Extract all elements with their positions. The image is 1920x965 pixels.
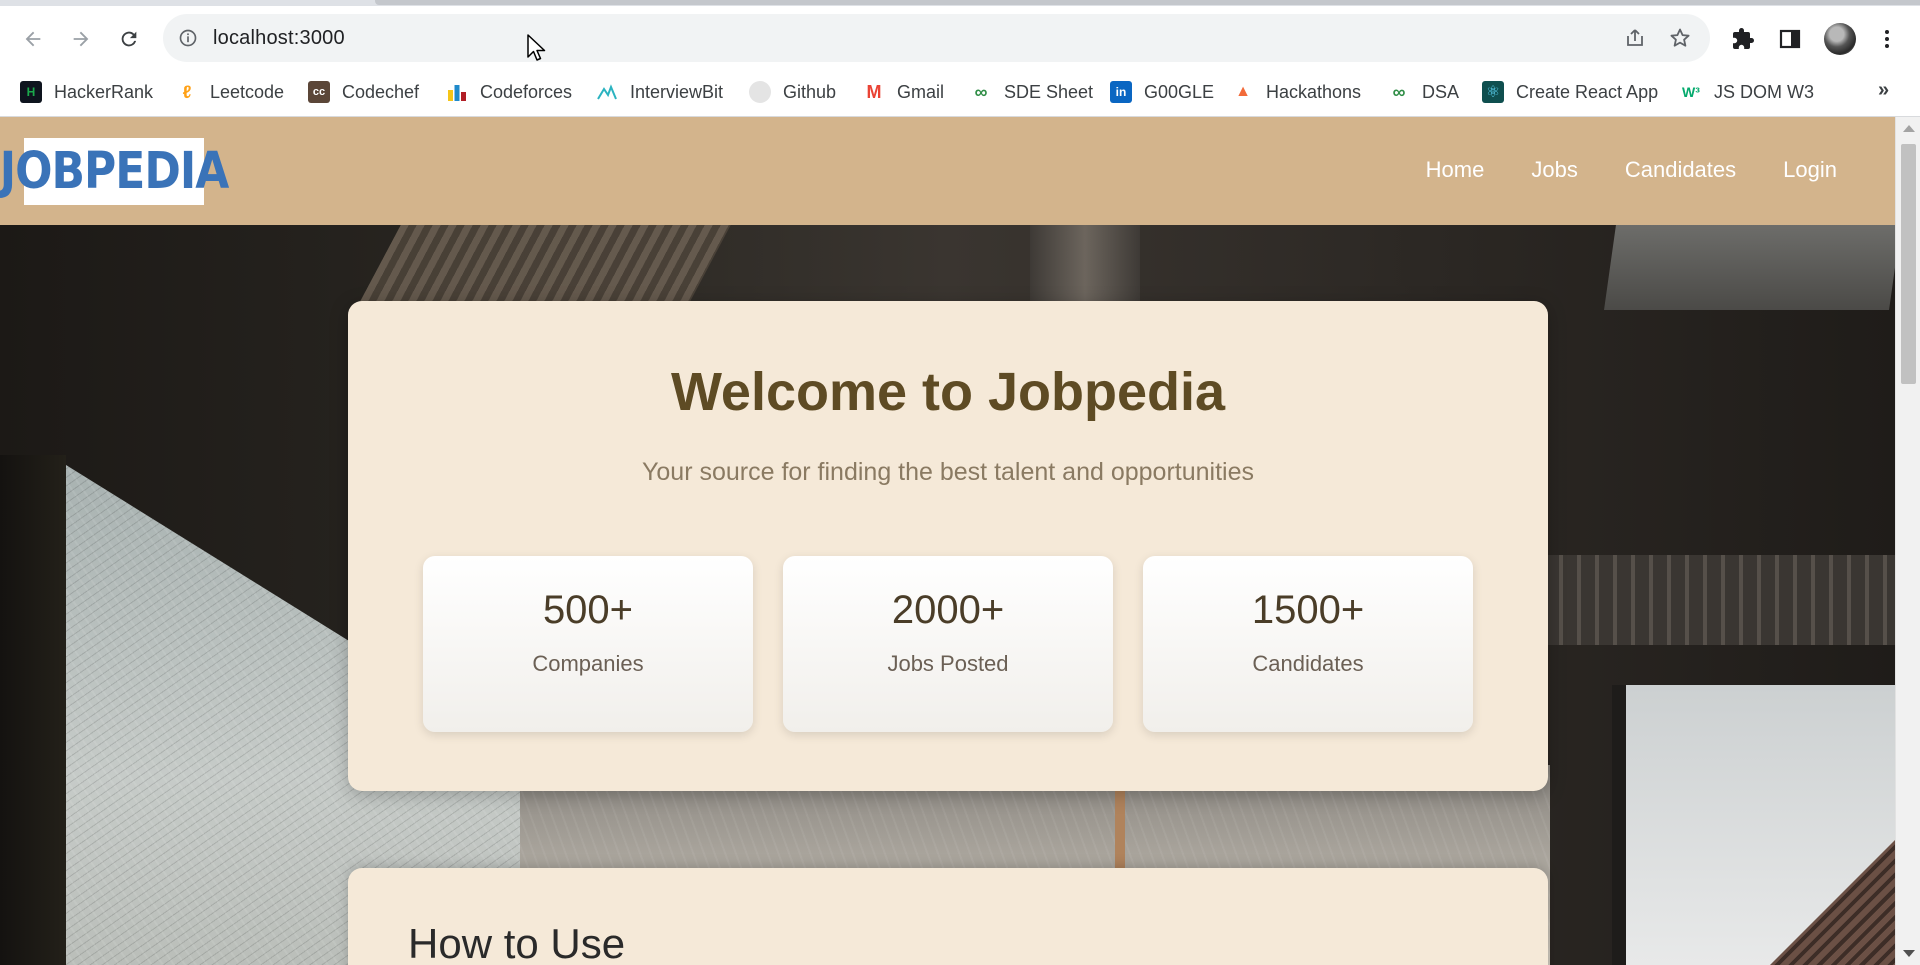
menu-kebab-icon[interactable] (1874, 26, 1900, 52)
bookmark-label: InterviewBit (630, 81, 724, 102)
mouse-cursor-icon (527, 34, 546, 61)
forward-arrow-icon (73, 31, 89, 47)
active-tab[interactable] (375, 0, 1920, 5)
bookmark-label: HackerRank (54, 81, 154, 102)
linkedin-icon: in (1110, 81, 1132, 103)
jobpedia-logo[interactable]: JOBPEDIA (0, 138, 229, 205)
stat-value: 500+ (542, 588, 634, 632)
interviewbit-icon (596, 81, 618, 103)
more-bookmarks-chevron-icon[interactable]: » (1878, 79, 1889, 102)
bookmark-dsa[interactable]: ∞ DSA (1388, 80, 1459, 104)
stat-label: Companies (532, 651, 644, 676)
codechef-icon: cc (308, 81, 330, 103)
nav-jobs-link[interactable]: Jobs (1531, 157, 1577, 183)
bookmarks-bar: H HackerRank ℓ Leetcode cc Codechef Code… (0, 68, 1920, 117)
gmail-icon: M (866, 81, 882, 102)
bookmark-label: SDE Sheet (1004, 81, 1094, 102)
bookmark-hackerrank[interactable]: H HackerRank (20, 80, 153, 104)
bookmark-leetcode[interactable]: ℓ Leetcode (176, 80, 284, 104)
profile-avatar[interactable] (1824, 23, 1856, 55)
site-header: JOBPEDIA Home Jobs Candidates Login (0, 117, 1895, 225)
stat-card-companies: 500+ Companies (423, 556, 753, 732)
bookmark-label: Github (783, 81, 837, 102)
stat-card-candidates: 1500+ Candidates (1143, 556, 1473, 732)
browser-toolbar: localhost:3000 (0, 6, 1920, 68)
react-icon: ⚛ (1482, 81, 1504, 103)
github-icon (749, 81, 771, 103)
scrollbar-thumb[interactable] (1901, 144, 1916, 384)
dsa-icon: ∞ (1392, 81, 1406, 102)
main-nav: Home Jobs Candidates Login (1426, 157, 1837, 183)
scroll-down-arrow-icon[interactable] (1903, 950, 1915, 957)
bookmark-google[interactable]: in G00GLE (1110, 80, 1214, 104)
bookmark-sde-sheet[interactable]: ∞ SDE Sheet (970, 80, 1093, 104)
page-scrollbar[interactable] (1895, 117, 1920, 965)
bookmark-codeforces[interactable]: Codeforces (446, 80, 572, 104)
forward-button[interactable] (66, 24, 96, 54)
extensions-icon[interactable] (1730, 26, 1756, 52)
share-icon[interactable] (1623, 26, 1647, 50)
scroll-up-arrow-icon[interactable] (1903, 125, 1915, 132)
bookmark-label: Create React App (1516, 81, 1659, 102)
bookmark-label: Hackathons (1266, 81, 1362, 102)
bookmark-star-icon[interactable] (1668, 26, 1692, 50)
bookmark-label: Codeforces (480, 81, 573, 102)
bookmark-label: Codechef (342, 81, 420, 102)
side-panel-icon[interactable] (1777, 26, 1803, 52)
reload-button[interactable] (114, 24, 144, 54)
nav-candidates-link[interactable]: Candidates (1625, 157, 1736, 183)
bookmark-label: JS DOM W3 (1714, 81, 1815, 102)
sde-sheet-icon: ∞ (974, 81, 988, 102)
stat-value: 1500+ (1251, 588, 1365, 632)
w3schools-icon: W³ (1682, 84, 1700, 100)
back-arrow-icon (25, 31, 41, 47)
bookmark-gmail[interactable]: M Gmail (863, 80, 945, 104)
stat-value: 2000+ (891, 588, 1005, 632)
bookmark-hackathons[interactable]: ▲ Hackathons (1232, 80, 1361, 104)
welcome-card: Welcome to Jobpedia Your source for find… (348, 301, 1548, 791)
bookmark-label: Leetcode (210, 81, 285, 102)
bookmark-interviewbit[interactable]: InterviewBit (596, 80, 723, 104)
page-viewport: JOBPEDIA Home Jobs Candidates Login Welc… (0, 117, 1920, 965)
welcome-title: Welcome to Jobpedia (670, 362, 1226, 422)
stat-card-jobs-posted: 2000+ Jobs Posted (783, 556, 1113, 732)
logo-text: JOBPEDIA (0, 142, 229, 201)
codeforces-icon (446, 81, 468, 103)
bookmark-create-react-app[interactable]: ⚛ Create React App (1482, 80, 1658, 104)
bookmark-github[interactable]: Github (749, 80, 836, 104)
back-button[interactable] (18, 24, 48, 54)
how-to-use-title: How to Use (408, 920, 626, 965)
nav-home-link[interactable]: Home (1426, 157, 1485, 183)
address-bar[interactable]: localhost:3000 (163, 14, 1710, 62)
hackerrank-icon: H (20, 81, 42, 103)
stat-label: Candidates (1252, 651, 1364, 676)
bookmark-label: DSA (1422, 81, 1460, 102)
stat-label: Jobs Posted (887, 651, 1009, 676)
hackathons-icon: ▲ (1235, 83, 1251, 100)
url-text[interactable]: localhost:3000 (213, 27, 345, 50)
site-info-icon[interactable] (178, 28, 198, 48)
bookmark-label: Gmail (897, 81, 945, 102)
leetcode-icon: ℓ (182, 81, 192, 102)
welcome-subtitle: Your source for finding the best talent … (642, 458, 1254, 486)
bookmark-codechef[interactable]: cc Codechef (308, 80, 419, 104)
nav-login-link[interactable]: Login (1783, 157, 1837, 183)
bookmark-js-dom-w3[interactable]: W³ JS DOM W3 (1680, 80, 1814, 104)
reload-icon (121, 31, 137, 47)
how-to-use-card: How to Use (348, 868, 1548, 965)
bookmark-label: G00GLE (1144, 81, 1215, 102)
